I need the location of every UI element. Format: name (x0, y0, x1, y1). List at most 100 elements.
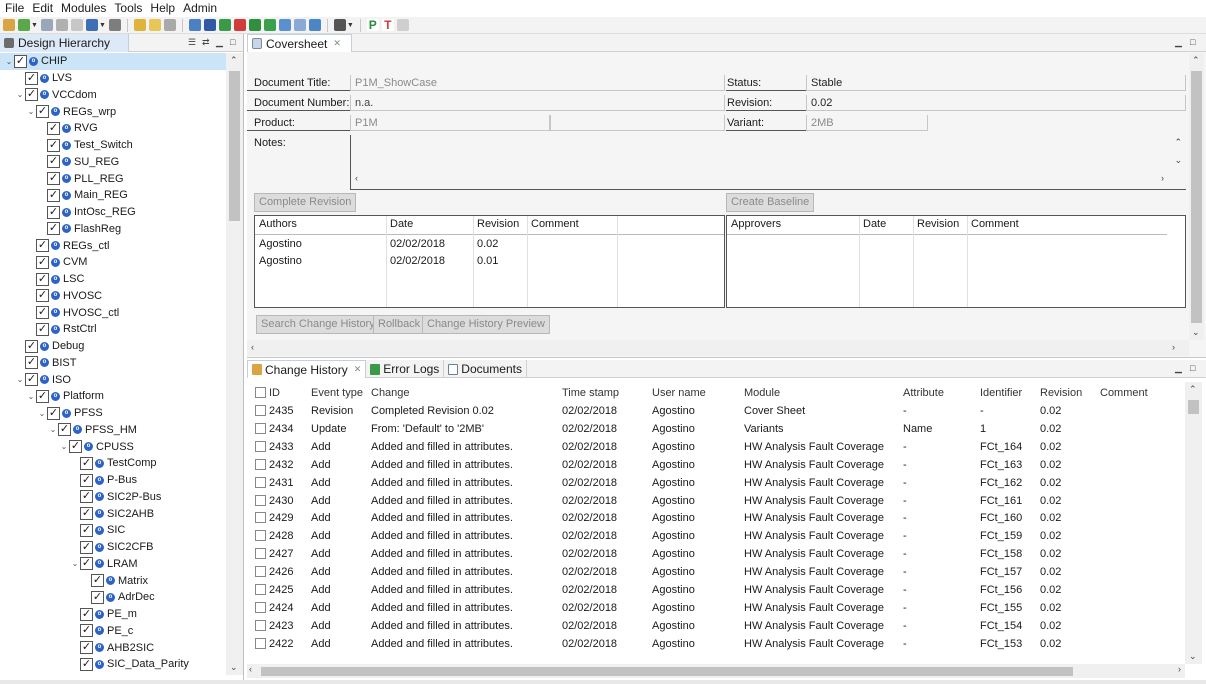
tree-item-checkbox[interactable]: ✓ (47, 138, 60, 152)
scrollbar-thumb[interactable] (261, 667, 1073, 676)
tree-item-checkbox[interactable]: ✓ (36, 322, 49, 336)
scroll-down-icon[interactable]: ⌄ (1189, 651, 1197, 662)
table-icon[interactable] (278, 19, 291, 31)
tree-item[interactable]: ✓ o SIC2AHB (0, 505, 226, 522)
report-icon[interactable] (308, 19, 321, 31)
menu-tools[interactable]: Tools (110, 0, 146, 17)
delete-icon[interactable] (55, 19, 68, 31)
tree-item[interactable]: ✓ o REGs_ctl (0, 237, 226, 254)
scrollbar-thumb[interactable] (229, 71, 240, 221)
notes-textarea[interactable]: ⌃ ⌄ ‹ › (350, 135, 1186, 190)
tree-item-checkbox[interactable]: ✓ (25, 88, 38, 102)
scroll-up-icon[interactable]: ⌃ (1189, 384, 1197, 395)
close-icon[interactable]: ✕ (354, 364, 362, 375)
table-row[interactable]: 2432 Add Added and filled in attributes. 02… (247, 456, 1185, 474)
doc-number-field[interactable]: n.a. (350, 95, 725, 111)
tree-item[interactable]: ✓ o PE_m (0, 606, 226, 623)
coversheet-vertical-scrollbar[interactable]: ⌃ ⌄ (1189, 53, 1204, 340)
table-row[interactable]: 2433 Add Added and filled in attributes. 02… (247, 438, 1185, 456)
tree-item-checkbox[interactable]: ✓ (69, 440, 82, 454)
scrollbar-thumb[interactable] (1188, 400, 1199, 414)
create-baseline-button[interactable]: Create Baseline (726, 193, 815, 212)
expand-toggle-icon[interactable]: ⌄ (15, 90, 25, 99)
select-all-checkbox[interactable] (255, 387, 266, 398)
authors-header-date[interactable]: Date (390, 218, 413, 230)
tree-item-checkbox[interactable]: ✓ (80, 641, 93, 655)
table-row[interactable]: 2422 Add Added and filled in attributes. 02… (247, 635, 1185, 653)
copy-icon[interactable] (40, 19, 53, 31)
row-checkbox[interactable] (255, 422, 266, 434)
expand-toggle-icon[interactable]: ⌄ (4, 57, 14, 66)
doc-title-field[interactable]: P1M_ShowCase (350, 75, 725, 91)
filter-add-icon[interactable] (133, 19, 146, 31)
row-checkbox[interactable] (255, 530, 266, 542)
authors-header-comment[interactable]: Comment (531, 218, 579, 230)
tree-item-checkbox[interactable]: ✓ (36, 239, 49, 253)
tree-item-checkbox[interactable]: ✓ (80, 607, 93, 621)
p-icon[interactable]: P (366, 19, 379, 31)
scroll-up-icon[interactable]: ⌃ (1192, 55, 1200, 66)
table-row[interactable]: 2423 Add Added and filled in attributes. 02… (247, 617, 1185, 635)
row-checkbox[interactable] (255, 566, 266, 578)
tree-item-checkbox[interactable]: ✓ (80, 456, 93, 470)
tree-item-checkbox[interactable]: ✓ (80, 624, 93, 638)
tree-item[interactable]: ✓ o PE_c (0, 623, 226, 640)
maximize-icon[interactable]: □ (1190, 37, 1195, 47)
tree-item[interactable]: ⌄ ✓ o Platform (0, 388, 226, 405)
table-row[interactable]: 2428 Add Added and filled in attributes. 02… (247, 527, 1185, 545)
binoculars-icon[interactable] (108, 19, 121, 31)
tree-item[interactable]: ✓ o SIC2P-Bus (0, 489, 226, 506)
t-icon[interactable]: T (381, 19, 394, 31)
row-checkbox[interactable] (255, 458, 266, 470)
link-icon[interactable]: ⇄ (202, 37, 210, 48)
scroll-left-icon[interactable]: ‹ (249, 664, 252, 674)
maximize-icon[interactable]: □ (230, 37, 235, 47)
tree-item[interactable]: ✓ o Matrix (0, 572, 226, 589)
expand-toggle-icon[interactable]: ⌄ (48, 425, 58, 434)
document-icon[interactable] (293, 19, 306, 31)
tree-item-checkbox[interactable]: ✓ (80, 490, 93, 504)
row-checkbox[interactable] (255, 584, 266, 595)
tree-item-checkbox[interactable]: ✓ (91, 574, 104, 588)
col-header-attribute[interactable]: Attribute (903, 384, 944, 402)
change-history-preview-button[interactable]: Change History Preview (422, 315, 550, 334)
bar-chart-icon[interactable] (333, 19, 346, 31)
tree-item-checkbox[interactable]: ✓ (80, 557, 93, 571)
rollback-button[interactable]: Rollback (373, 315, 426, 334)
tree-item[interactable]: ⌄ ✓ o PFSS (0, 405, 226, 422)
row-checkbox[interactable] (255, 405, 266, 416)
minimize-icon[interactable]: ▁ (216, 37, 223, 48)
row-checkbox[interactable] (255, 440, 266, 452)
table-row[interactable]: 2429 Add Added and filled in attributes. 02… (247, 509, 1185, 527)
table-row[interactable]: 2426 Add Added and filled in attributes. 02… (247, 563, 1185, 581)
row-checkbox[interactable] (255, 494, 266, 506)
tree-item[interactable]: ⌄ ✓ o LRAM (0, 556, 226, 573)
filter-clear-icon[interactable] (163, 19, 176, 31)
approvers-header-comment[interactable]: Comment (971, 218, 1019, 230)
tree-item-checkbox[interactable]: ✓ (25, 339, 38, 353)
tree-item[interactable]: ✓ o Main_REG (0, 187, 226, 204)
scroll-left-icon[interactable]: ‹ (251, 342, 254, 352)
row-checkbox[interactable] (255, 476, 266, 488)
table-row[interactable]: 2435 Revision Completed Revision 0.02 02/02… (247, 402, 1185, 420)
table-row[interactable]: 2427 Add Added and filled in attributes. 02… (247, 545, 1185, 563)
expand-toggle-icon[interactable]: ⌄ (15, 375, 25, 384)
scroll-up-icon[interactable]: ⌃ (230, 55, 238, 66)
tree-item[interactable]: ✓ o RstCtrl (0, 321, 226, 338)
tree-item-checkbox[interactable]: ✓ (36, 289, 49, 303)
tree-item[interactable]: ✓ o AdrDec (0, 589, 226, 606)
tree-item-checkbox[interactable]: ✓ (80, 473, 93, 487)
tree-item-checkbox[interactable]: ✓ (47, 121, 60, 135)
col-header-event-type[interactable]: Event type (311, 384, 363, 402)
tree-item[interactable]: ✓ o SIC_Data_Parity (0, 656, 226, 673)
tab-design-hierarchy[interactable]: Design Hierarchy (0, 33, 130, 52)
pencil-icon[interactable] (396, 19, 409, 31)
tree-item-checkbox[interactable]: ✓ (25, 71, 38, 85)
fault-icon[interactable] (233, 19, 246, 31)
tree-item[interactable]: ✓ o BIST (0, 355, 226, 372)
tree-item[interactable]: ✓ o IntOsc_REG (0, 204, 226, 221)
tree-item-checkbox[interactable]: ✓ (47, 406, 60, 420)
maximize-icon[interactable]: □ (1190, 363, 1195, 373)
tree-item-checkbox[interactable]: ✓ (36, 255, 49, 269)
approvers-header-approvers[interactable]: Approvers (731, 218, 781, 230)
